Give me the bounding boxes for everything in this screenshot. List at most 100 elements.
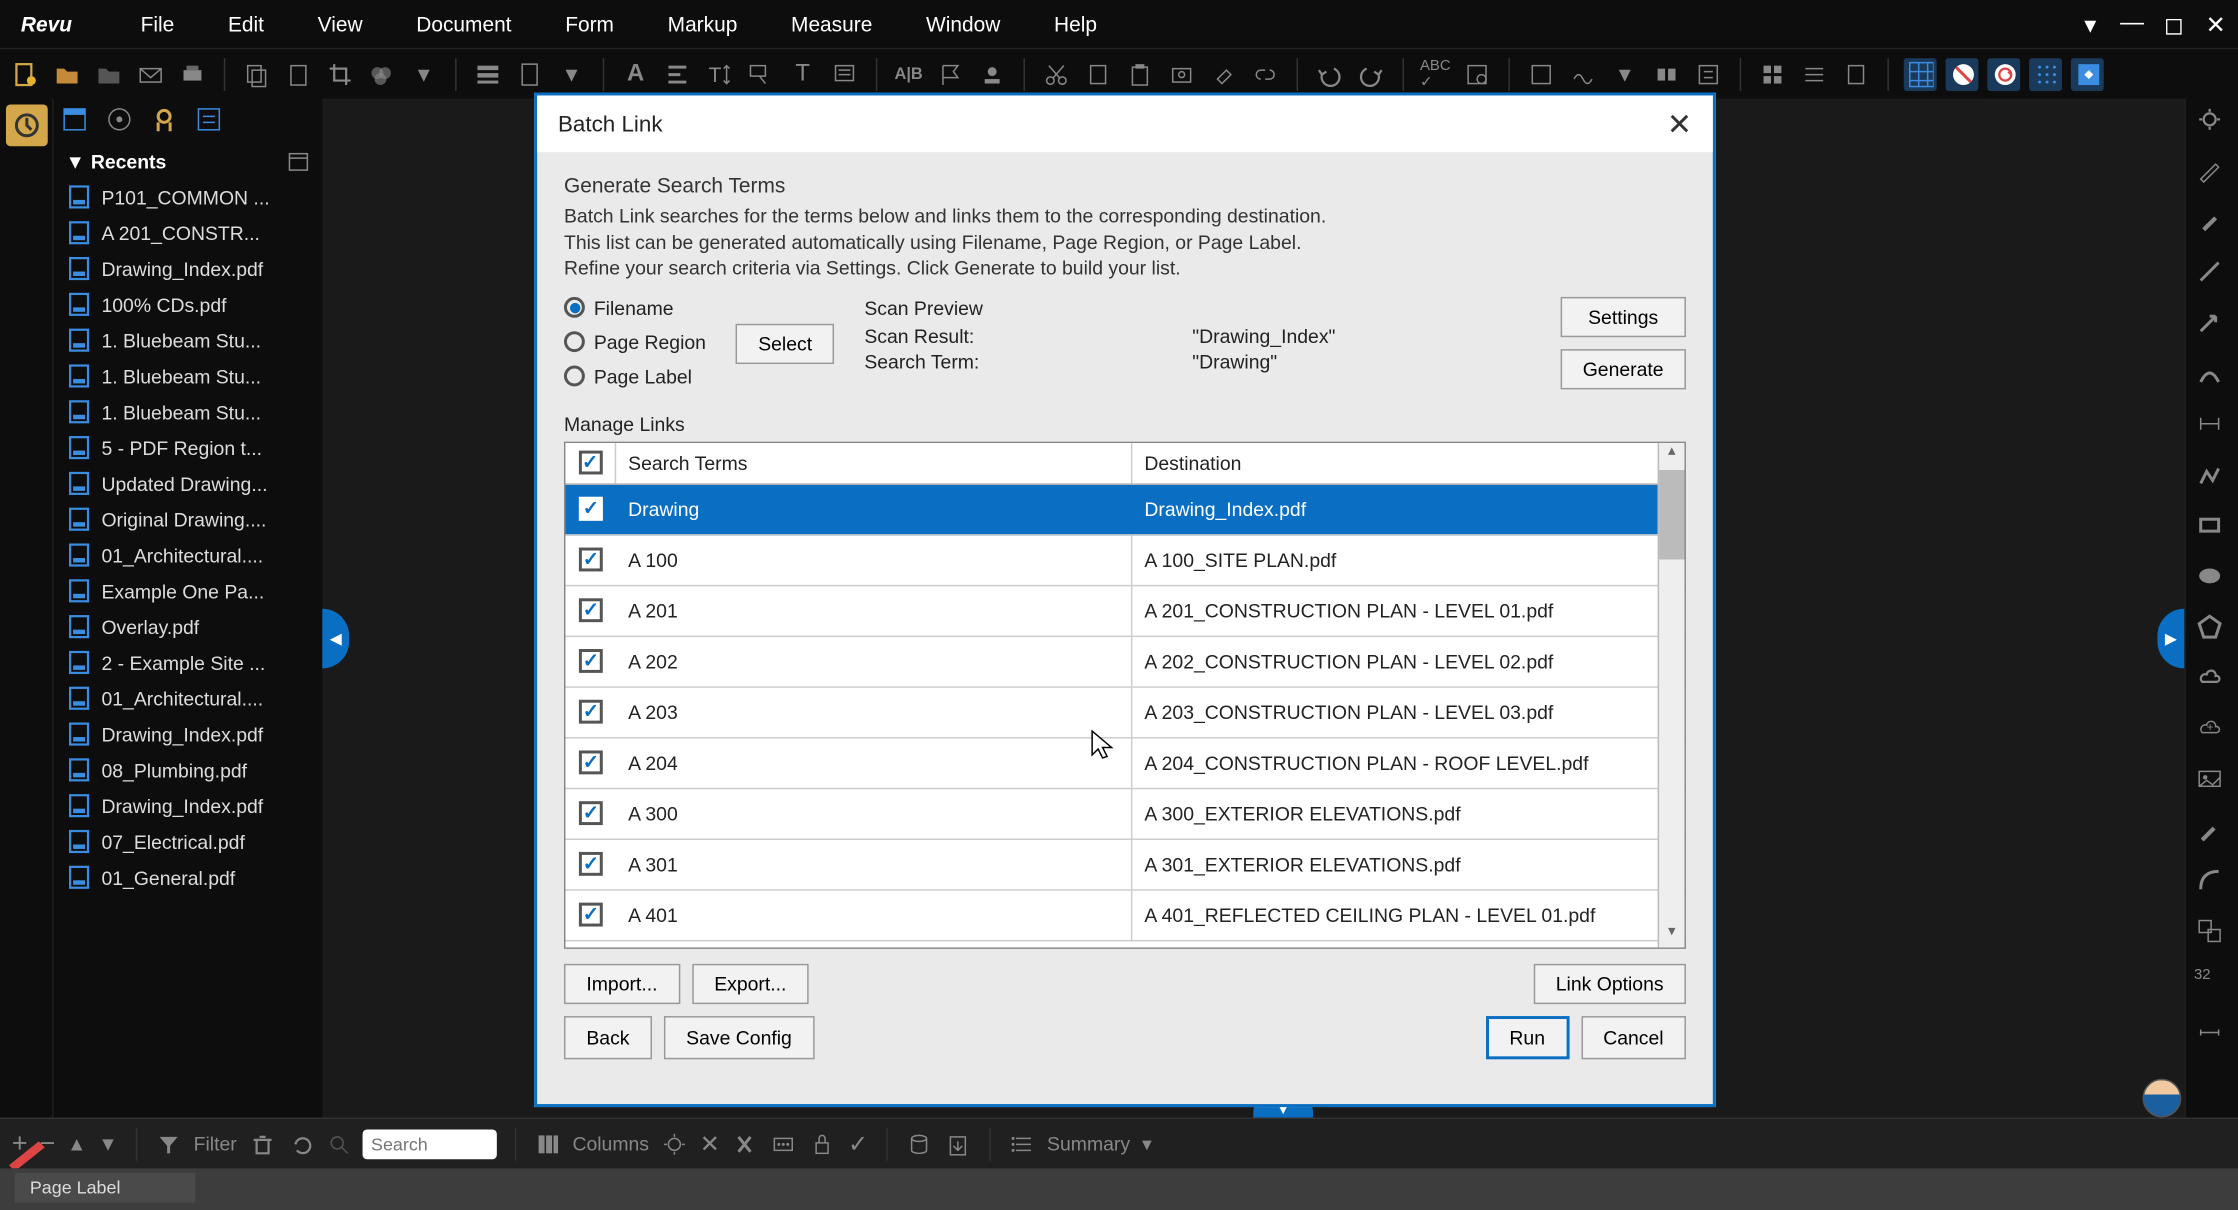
down-icon[interactable]: ▼ [98, 1132, 117, 1154]
recent-item[interactable]: P101_COMMON ... [60, 179, 317, 215]
studio-icon[interactable] [149, 104, 185, 140]
text-t-icon[interactable]: T [786, 57, 819, 90]
calc-icon[interactable] [1840, 57, 1873, 90]
explorer-icon[interactable] [60, 104, 96, 140]
crop-icon[interactable] [324, 57, 357, 90]
radio-filename[interactable] [564, 297, 585, 318]
cloud-plus-icon[interactable]: + [2194, 713, 2230, 749]
group-icon[interactable] [2194, 916, 2230, 952]
polygon-tool-icon[interactable] [2194, 612, 2230, 648]
table-scrollbar[interactable]: ▴ ▾ [1658, 443, 1685, 947]
link-options-button[interactable]: Link Options [1533, 963, 1686, 1003]
menu-file[interactable]: File [114, 12, 201, 36]
recent-item[interactable]: 07_Electrical.pdf [60, 824, 317, 860]
db-icon[interactable] [905, 1130, 932, 1157]
grid-blue-icon[interactable] [1904, 57, 1937, 90]
ellipse-tool-icon[interactable] [2194, 561, 2230, 597]
recent-item[interactable]: 01_General.pdf [60, 859, 317, 895]
radio-page-label[interactable] [564, 366, 585, 387]
no-entry-icon[interactable] [1946, 57, 1979, 90]
measure-icon[interactable] [2194, 1018, 2230, 1054]
back-button[interactable]: Back [564, 1016, 652, 1059]
recent-item[interactable]: 08_Plumbing.pdf [60, 752, 317, 788]
row-checkbox[interactable]: ✓ [579, 649, 603, 673]
row-checkbox[interactable]: ✓ [579, 497, 603, 521]
recent-item[interactable]: Example One Pa... [60, 573, 317, 609]
menu-measure[interactable]: Measure [764, 12, 899, 36]
recent-item[interactable]: Updated Drawing... [60, 466, 317, 502]
eraser-icon[interactable] [1207, 57, 1240, 90]
recent-item[interactable]: 01_Architectural.... [60, 537, 317, 573]
generate-button[interactable]: Generate [1560, 349, 1686, 389]
dropdown-icon-3[interactable]: ▾ [1608, 57, 1641, 90]
col-search-terms[interactable]: Search Terms [616, 443, 1132, 483]
row-checkbox[interactable]: ✓ [579, 548, 603, 572]
file-access-icon[interactable] [5, 104, 47, 146]
find-icon[interactable] [1461, 57, 1494, 90]
save-config-button[interactable]: Save Config [664, 1016, 814, 1059]
recent-item[interactable]: 1. Bluebeam Stu... [60, 322, 317, 358]
table-row[interactable]: ✓ A 300 A 300_EXTERIOR ELEVATIONS.pdf [565, 789, 1684, 840]
polyline-icon[interactable] [2194, 460, 2230, 496]
dropdown-bottom-icon[interactable]: ▾ [1142, 1132, 1152, 1156]
table-row[interactable]: ✓ A 203 A 203_CONSTRUCTION PLAN - LEVEL … [565, 687, 1684, 738]
sync-icon[interactable] [1987, 57, 2020, 90]
line-tool-icon[interactable] [2194, 257, 2230, 293]
dialog-close-icon[interactable]: ✕ [1667, 105, 1692, 142]
trash-icon[interactable] [249, 1130, 276, 1157]
link-tool-icon[interactable] [1249, 57, 1282, 90]
cancel-button[interactable]: Cancel [1581, 1016, 1686, 1059]
radio-page-region[interactable] [564, 331, 585, 352]
minimize-icon[interactable]: — [2119, 10, 2146, 37]
user-avatar[interactable] [2143, 1079, 2182, 1118]
note-icon[interactable] [828, 57, 861, 90]
recent-item[interactable]: 1. Bluebeam Stu... [60, 394, 317, 430]
gear-side-icon[interactable] [2194, 104, 2230, 140]
menu-form[interactable]: Form [538, 12, 640, 36]
recent-item[interactable]: Drawing_Index.pdf [60, 251, 317, 287]
recent-item[interactable]: 100% CDs.pdf [60, 286, 317, 322]
new-doc-icon[interactable] [9, 57, 42, 90]
align-left-icon[interactable] [661, 57, 694, 90]
form-icon[interactable] [1525, 57, 1558, 90]
import-button[interactable]: Import... [564, 963, 680, 1003]
merge-icon[interactable] [732, 1130, 759, 1157]
sign-icon[interactable] [1567, 57, 1600, 90]
text-height-icon[interactable]: T [703, 57, 736, 90]
table-row[interactable]: ✓ A 204 A 204_CONSTRUCTION PLAN - ROOF L… [565, 738, 1684, 789]
refresh-bottom-icon[interactable] [287, 1130, 314, 1157]
batch-icon[interactable] [1650, 57, 1683, 90]
recent-item[interactable]: 1. Bluebeam Stu... [60, 358, 317, 394]
run-button[interactable]: Run [1486, 1016, 1569, 1059]
refresh-blue-icon[interactable] [2071, 57, 2104, 90]
columns-icon[interactable] [534, 1130, 561, 1157]
collapse-arrow-icon[interactable]: ▼ [66, 150, 85, 172]
recent-item[interactable]: Original Drawing.... [60, 501, 317, 537]
recent-item[interactable]: 5 - PDF Region t... [60, 430, 317, 466]
row-checkbox[interactable]: ✓ [579, 801, 603, 825]
header-checkbox[interactable]: ✓ [578, 451, 602, 475]
recent-item[interactable]: A 201_CONSTR... [60, 215, 317, 251]
lock-icon[interactable] [809, 1130, 836, 1157]
headers-icon[interactable] [471, 57, 504, 90]
brush-icon[interactable] [2194, 815, 2230, 851]
settings-button[interactable]: Settings [1560, 296, 1686, 336]
mail-icon[interactable] [134, 57, 167, 90]
dimension-icon[interactable] [2194, 409, 2230, 445]
table-row[interactable]: ✓ A 301 A 301_EXTERIOR ELEVATIONS.pdf [565, 839, 1684, 890]
list-icon[interactable] [1008, 1130, 1035, 1157]
table-row[interactable]: ✓ A 202 A 202_CONSTRUCTION PLAN - LEVEL … [565, 637, 1684, 688]
maximize-icon[interactable]: ◻ [2160, 10, 2187, 37]
menu-edit[interactable]: Edit [201, 12, 291, 36]
select-button[interactable]: Select [736, 323, 835, 363]
dotgrid-icon[interactable] [2029, 57, 2062, 90]
export-button[interactable]: Export... [692, 963, 809, 1003]
check-icon[interactable]: ✓ [848, 1129, 868, 1159]
close-window-icon[interactable]: ✕ [2202, 10, 2229, 37]
open-folder-icon[interactable] [51, 57, 84, 90]
text-a-icon[interactable]: A [619, 57, 652, 90]
flag-icon[interactable] [934, 57, 967, 90]
count-icon[interactable]: 32 [2194, 967, 2230, 1003]
manage-gear-icon[interactable] [661, 1130, 688, 1157]
cloud-tool-icon[interactable] [2194, 662, 2230, 698]
